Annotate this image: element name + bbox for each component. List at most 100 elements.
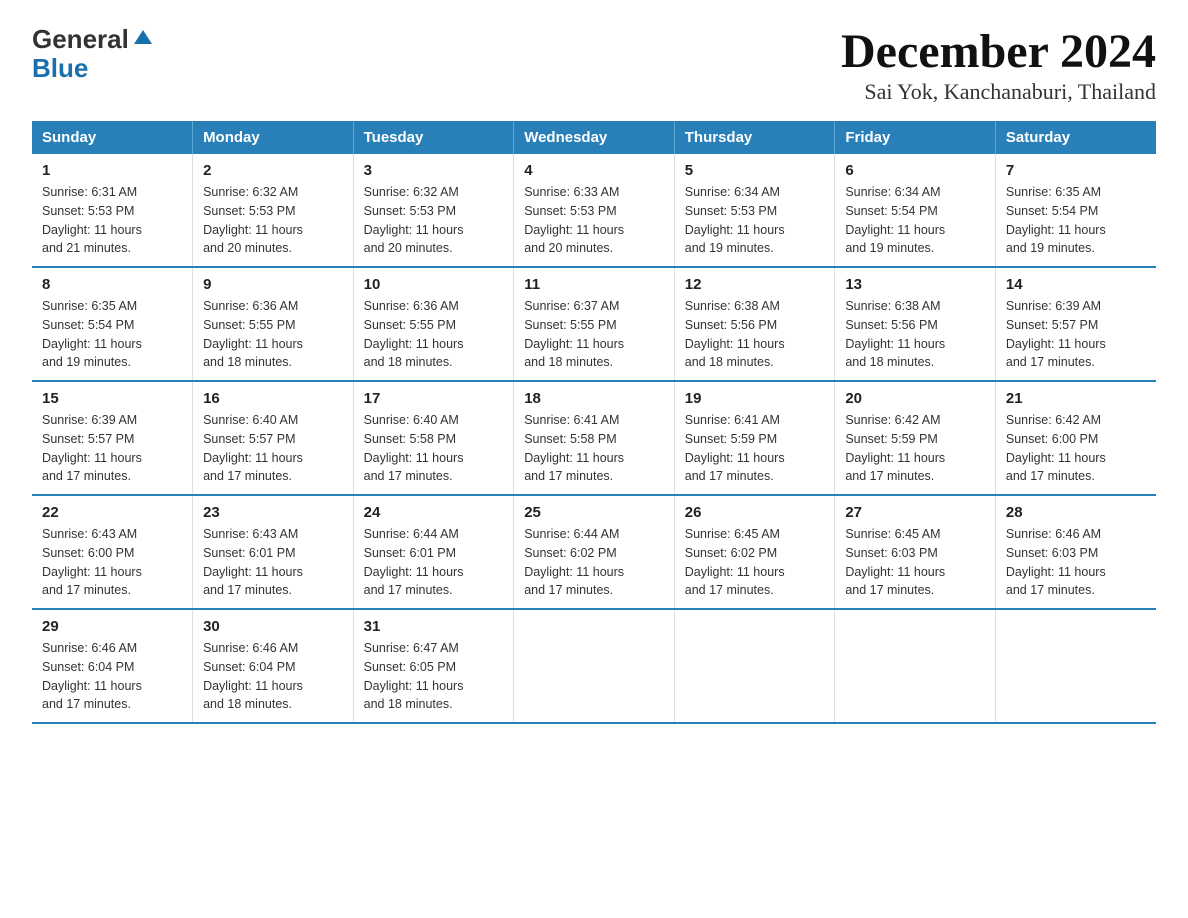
page-title: December 2024 (841, 24, 1156, 79)
calendar-cell: 1 Sunrise: 6:31 AMSunset: 5:53 PMDaylight… (32, 154, 193, 267)
calendar-cell (995, 609, 1156, 723)
calendar-cell: 3 Sunrise: 6:32 AMSunset: 5:53 PMDaylight… (353, 154, 514, 267)
day-number: 5 (685, 162, 825, 179)
logo-blue-text: Blue (32, 53, 154, 84)
calendar-cell: 15Sunrise: 6:39 AMSunset: 5:57 PMDayligh… (32, 381, 193, 495)
day-info: Sunrise: 6:40 AMSunset: 5:57 PMDaylight:… (203, 411, 343, 486)
day-info: Sunrise: 6:38 AMSunset: 5:56 PMDaylight:… (685, 297, 825, 372)
day-number: 10 (364, 276, 504, 293)
logo-general-text: General (32, 24, 129, 55)
day-info: Sunrise: 6:46 AMSunset: 6:04 PMDaylight:… (42, 639, 182, 714)
week-row-3: 15Sunrise: 6:39 AMSunset: 5:57 PMDayligh… (32, 381, 1156, 495)
day-info: Sunrise: 6:33 AMSunset: 5:53 PMDaylight:… (524, 183, 664, 258)
week-row-2: 8 Sunrise: 6:35 AMSunset: 5:54 PMDaylight… (32, 267, 1156, 381)
calendar-cell (835, 609, 996, 723)
day-info: Sunrise: 6:45 AMSunset: 6:02 PMDaylight:… (685, 525, 825, 600)
calendar-cell: 4 Sunrise: 6:33 AMSunset: 5:53 PMDaylight… (514, 154, 675, 267)
day-info: Sunrise: 6:42 AMSunset: 6:00 PMDaylight:… (1006, 411, 1146, 486)
day-number: 14 (1006, 276, 1146, 293)
logo-triangle-icon (132, 26, 154, 48)
day-info: Sunrise: 6:32 AMSunset: 5:53 PMDaylight:… (364, 183, 504, 258)
day-info: Sunrise: 6:40 AMSunset: 5:58 PMDaylight:… (364, 411, 504, 486)
day-number: 25 (524, 504, 664, 521)
day-info: Sunrise: 6:43 AMSunset: 6:01 PMDaylight:… (203, 525, 343, 600)
week-row-1: 1 Sunrise: 6:31 AMSunset: 5:53 PMDaylight… (32, 154, 1156, 267)
calendar-cell: 14 Sunrise: 6:39 AMSunset: 5:57 PMDayligh… (995, 267, 1156, 381)
day-number: 9 (203, 276, 343, 293)
day-number: 4 (524, 162, 664, 179)
calendar-cell: 22Sunrise: 6:43 AMSunset: 6:00 PMDayligh… (32, 495, 193, 609)
day-info: Sunrise: 6:32 AMSunset: 5:53 PMDaylight:… (203, 183, 343, 258)
day-number: 3 (364, 162, 504, 179)
calendar-cell: 20 Sunrise: 6:42 AMSunset: 5:59 PMDayligh… (835, 381, 996, 495)
day-info: Sunrise: 6:37 AMSunset: 5:55 PMDaylight:… (524, 297, 664, 372)
calendar-cell: 8 Sunrise: 6:35 AMSunset: 5:54 PMDaylight… (32, 267, 193, 381)
day-number: 19 (685, 390, 825, 407)
calendar-cell: 23 Sunrise: 6:43 AMSunset: 6:01 PMDayligh… (193, 495, 354, 609)
calendar-cell: 17Sunrise: 6:40 AMSunset: 5:58 PMDayligh… (353, 381, 514, 495)
day-info: Sunrise: 6:46 AMSunset: 6:03 PMDaylight:… (1006, 525, 1146, 600)
day-info: Sunrise: 6:39 AMSunset: 5:57 PMDaylight:… (1006, 297, 1146, 372)
day-info: Sunrise: 6:47 AMSunset: 6:05 PMDaylight:… (364, 639, 504, 714)
calendar-cell: 10 Sunrise: 6:36 AMSunset: 5:55 PMDayligh… (353, 267, 514, 381)
week-row-4: 22Sunrise: 6:43 AMSunset: 6:00 PMDayligh… (32, 495, 1156, 609)
weekday-header-tuesday: Tuesday (353, 121, 514, 154)
logo: General Blue (32, 24, 154, 84)
calendar-cell: 18Sunrise: 6:41 AMSunset: 5:58 PMDayligh… (514, 381, 675, 495)
day-number: 20 (845, 390, 985, 407)
day-info: Sunrise: 6:41 AMSunset: 5:59 PMDaylight:… (685, 411, 825, 486)
calendar-cell: 21Sunrise: 6:42 AMSunset: 6:00 PMDayligh… (995, 381, 1156, 495)
calendar-cell: 25 Sunrise: 6:44 AMSunset: 6:02 PMDayligh… (514, 495, 675, 609)
calendar-cell: 19 Sunrise: 6:41 AMSunset: 5:59 PMDayligh… (674, 381, 835, 495)
day-number: 7 (1006, 162, 1146, 179)
weekday-header-monday: Monday (193, 121, 354, 154)
day-number: 6 (845, 162, 985, 179)
day-number: 11 (524, 276, 664, 293)
calendar-cell: 6 Sunrise: 6:34 AMSunset: 5:54 PMDaylight… (835, 154, 996, 267)
calendar-cell: 29 Sunrise: 6:46 AMSunset: 6:04 PMDayligh… (32, 609, 193, 723)
day-info: Sunrise: 6:34 AMSunset: 5:54 PMDaylight:… (845, 183, 985, 258)
day-info: Sunrise: 6:38 AMSunset: 5:56 PMDaylight:… (845, 297, 985, 372)
calendar-cell (514, 609, 675, 723)
day-number: 28 (1006, 504, 1146, 521)
day-number: 1 (42, 162, 182, 179)
day-number: 23 (203, 504, 343, 521)
calendar-cell: 27 Sunrise: 6:45 AMSunset: 6:03 PMDayligh… (835, 495, 996, 609)
page-header: General Blue December 2024 Sai Yok, Kanc… (32, 24, 1156, 105)
page-subtitle: Sai Yok, Kanchanaburi, Thailand (841, 79, 1156, 105)
day-number: 26 (685, 504, 825, 521)
day-info: Sunrise: 6:45 AMSunset: 6:03 PMDaylight:… (845, 525, 985, 600)
day-number: 12 (685, 276, 825, 293)
calendar-cell: 5 Sunrise: 6:34 AMSunset: 5:53 PMDaylight… (674, 154, 835, 267)
day-number: 16 (203, 390, 343, 407)
day-info: Sunrise: 6:31 AMSunset: 5:53 PMDaylight:… (42, 183, 182, 258)
calendar-cell: 7 Sunrise: 6:35 AMSunset: 5:54 PMDaylight… (995, 154, 1156, 267)
calendar-cell: 16 Sunrise: 6:40 AMSunset: 5:57 PMDayligh… (193, 381, 354, 495)
calendar-cell: 24Sunrise: 6:44 AMSunset: 6:01 PMDayligh… (353, 495, 514, 609)
calendar-cell: 30Sunrise: 6:46 AMSunset: 6:04 PMDayligh… (193, 609, 354, 723)
day-info: Sunrise: 6:36 AMSunset: 5:55 PMDaylight:… (364, 297, 504, 372)
weekday-header-row: SundayMondayTuesdayWednesdayThursdayFrid… (32, 121, 1156, 154)
weekday-header-friday: Friday (835, 121, 996, 154)
day-number: 27 (845, 504, 985, 521)
day-number: 8 (42, 276, 182, 293)
week-row-5: 29 Sunrise: 6:46 AMSunset: 6:04 PMDayligh… (32, 609, 1156, 723)
calendar-cell (674, 609, 835, 723)
day-info: Sunrise: 6:39 AMSunset: 5:57 PMDaylight:… (42, 411, 182, 486)
calendar-cell: 13 Sunrise: 6:38 AMSunset: 5:56 PMDayligh… (835, 267, 996, 381)
day-info: Sunrise: 6:43 AMSunset: 6:00 PMDaylight:… (42, 525, 182, 600)
day-info: Sunrise: 6:35 AMSunset: 5:54 PMDaylight:… (42, 297, 182, 372)
day-info: Sunrise: 6:42 AMSunset: 5:59 PMDaylight:… (845, 411, 985, 486)
day-number: 13 (845, 276, 985, 293)
calendar-table: SundayMondayTuesdayWednesdayThursdayFrid… (32, 121, 1156, 724)
calendar-cell: 28 Sunrise: 6:46 AMSunset: 6:03 PMDayligh… (995, 495, 1156, 609)
day-number: 29 (42, 618, 182, 635)
day-number: 18 (524, 390, 664, 407)
calendar-cell: 31 Sunrise: 6:47 AMSunset: 6:05 PMDayligh… (353, 609, 514, 723)
day-info: Sunrise: 6:46 AMSunset: 6:04 PMDaylight:… (203, 639, 343, 714)
day-info: Sunrise: 6:35 AMSunset: 5:54 PMDaylight:… (1006, 183, 1146, 258)
day-number: 31 (364, 618, 504, 635)
day-number: 2 (203, 162, 343, 179)
day-info: Sunrise: 6:34 AMSunset: 5:53 PMDaylight:… (685, 183, 825, 258)
day-info: Sunrise: 6:44 AMSunset: 6:02 PMDaylight:… (524, 525, 664, 600)
